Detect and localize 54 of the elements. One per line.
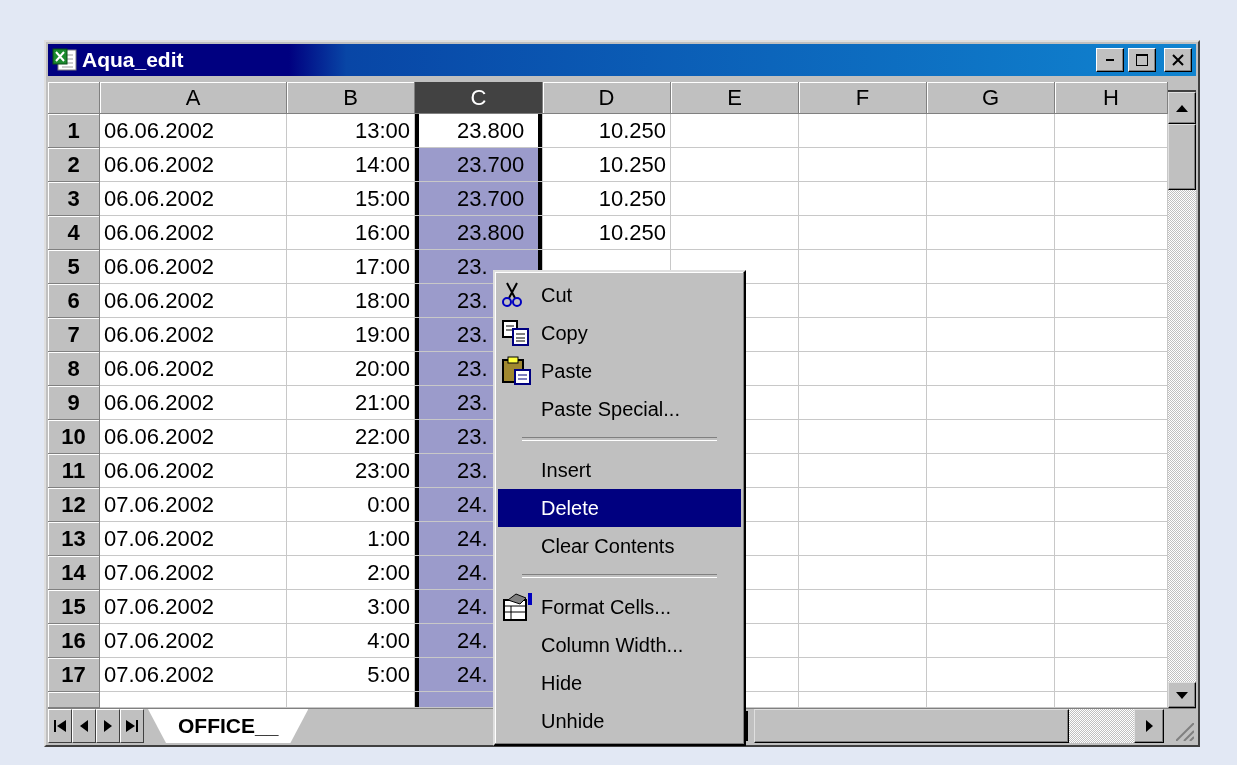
table-cell: 23.700 — [415, 148, 543, 182]
table-cell: 06.06.2002 — [100, 454, 287, 488]
table-cell: 06.06.2002 — [100, 114, 287, 148]
table-cell: 10.250 — [543, 216, 671, 250]
table-cell: 07.06.2002 — [100, 658, 287, 692]
column-header[interactable]: D — [543, 82, 671, 114]
row-header[interactable]: 10 — [48, 420, 100, 454]
table-cell: 10.250 — [543, 148, 671, 182]
table-cell: 06.06.2002 — [100, 318, 287, 352]
column-header[interactable]: E — [671, 82, 799, 114]
row-header[interactable]: 6 — [48, 284, 100, 318]
table-cell: 23.800 — [415, 216, 543, 250]
table-cell: 06.06.2002 — [100, 182, 287, 216]
row-header[interactable]: 14 — [48, 556, 100, 590]
row-header[interactable]: 13 — [48, 522, 100, 556]
table-cell: 23.700 — [415, 182, 543, 216]
table-cell: 07.06.2002 — [100, 522, 287, 556]
row-header[interactable]: 5 — [48, 250, 100, 284]
table-cell: 06.06.2002 — [100, 352, 287, 386]
table-cell: 07.06.2002 — [100, 556, 287, 590]
table-cell: 06.06.2002 — [100, 250, 287, 284]
row-header[interactable]: 17 — [48, 658, 100, 692]
row-header[interactable]: 3 — [48, 182, 100, 216]
column-header[interactable]: F — [799, 82, 927, 114]
column-header[interactable]: A — [100, 82, 287, 114]
table-cell: 06.06.2002 — [100, 284, 287, 318]
row-header[interactable]: 2 — [48, 148, 100, 182]
table-cell: 07.06.2002 — [100, 624, 287, 658]
menu-item[interactable]: Delete — [498, 489, 741, 527]
table-cell: 06.06.2002 — [100, 420, 287, 454]
column-header[interactable]: C — [415, 82, 543, 114]
row-header[interactable]: 7 — [48, 318, 100, 352]
table-cell: 23.800 — [415, 114, 543, 148]
row-header[interactable]: 8 — [48, 352, 100, 386]
row-header[interactable]: 9 — [48, 386, 100, 420]
row-header[interactable]: 12 — [48, 488, 100, 522]
row-header[interactable]: 1 — [48, 114, 100, 148]
table-cell: 10.250 — [543, 114, 671, 148]
row-header[interactable]: 15 — [48, 590, 100, 624]
sheet-tab[interactable]: OFFICE__ — [148, 709, 309, 743]
table-cell: 06.06.2002 — [100, 216, 287, 250]
row-header[interactable]: 4 — [48, 216, 100, 250]
table-cell: 06.06.2002 — [100, 148, 287, 182]
row-header[interactable]: 11 — [48, 454, 100, 488]
menu-item[interactable]: Unhide — [498, 702, 741, 740]
column-header[interactable]: B — [287, 82, 415, 114]
table-cell: 06.06.2002 — [100, 386, 287, 420]
row-header[interactable]: 16 — [48, 624, 100, 658]
table-cell: 10.250 — [543, 182, 671, 216]
column-header[interactable]: G — [927, 82, 1055, 114]
table-cell: 07.06.2002 — [100, 488, 287, 522]
window-title: Aqua_edit — [82, 48, 185, 72]
table-cell: 07.06.2002 — [100, 590, 287, 624]
column-header[interactable]: H — [1055, 82, 1168, 114]
